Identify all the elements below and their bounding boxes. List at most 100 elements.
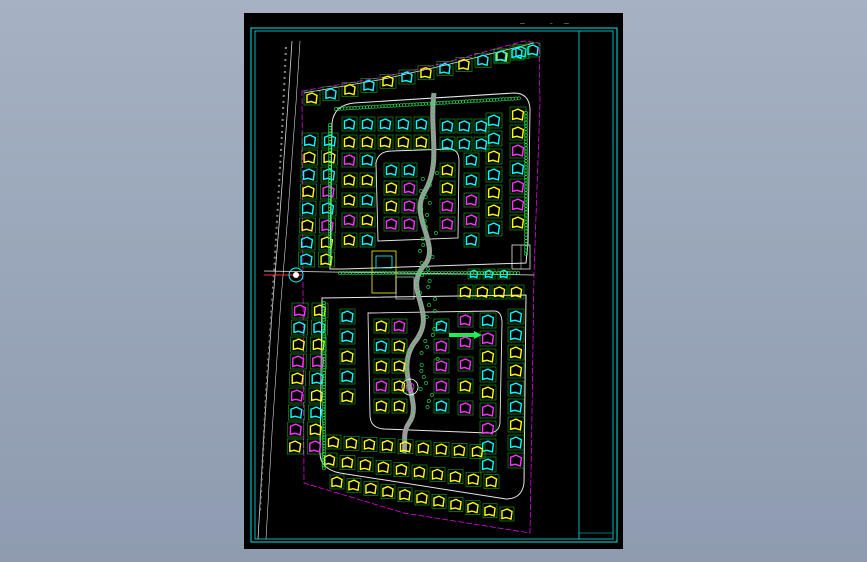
tree-symbol	[458, 99, 462, 104]
villa-footprint	[453, 444, 466, 457]
villa-footprint	[403, 164, 416, 176]
villa-footprint	[511, 216, 525, 229]
villa-footprint	[306, 92, 318, 104]
villa-footprint	[399, 488, 411, 501]
villa-footprint	[289, 440, 302, 453]
villa-footprint	[471, 445, 484, 458]
tree-symbol	[509, 271, 514, 275]
title-mark-1: ——	[520, 21, 525, 26]
tree-symbol	[405, 102, 410, 107]
tree-symbol	[411, 102, 416, 107]
villa-footprint	[361, 174, 374, 186]
villa-footprint	[301, 219, 314, 232]
tree-symbol	[524, 239, 528, 243]
tree-symbol	[421, 177, 425, 181]
villa-footprint	[293, 304, 307, 317]
villa-footprint	[291, 372, 304, 385]
villa-footprint	[327, 436, 340, 448]
tree-symbol	[419, 351, 424, 355]
tree-symbol	[470, 99, 475, 103]
villa-footprint	[510, 286, 523, 298]
tree-symbol	[426, 267, 430, 271]
tree-symbol	[357, 271, 362, 275]
villa-footprint	[509, 418, 523, 431]
villa-footprint	[481, 404, 495, 417]
inner-loop-south	[367, 310, 503, 434]
villa-footprint	[381, 439, 394, 452]
tree-symbol	[377, 104, 382, 109]
tree-symbol	[437, 271, 441, 275]
villa-footprint	[343, 214, 356, 226]
villa-footprint	[493, 286, 506, 298]
villa-footprint	[361, 118, 374, 130]
villa-footprint	[289, 423, 302, 436]
tree-symbol	[430, 255, 435, 259]
villa-footprint	[385, 200, 398, 212]
tree-symbol	[516, 96, 521, 101]
villa-footprint	[449, 470, 462, 483]
villa-footprint	[475, 120, 488, 132]
villa-footprint	[511, 108, 525, 121]
tree-symbol	[427, 101, 431, 106]
title-mark-3: ——	[564, 21, 569, 26]
villa-footprint	[375, 340, 388, 352]
cad-drawing-canvas[interactable]: —— — ——	[244, 13, 623, 549]
tree-symbol	[454, 100, 459, 104]
site-plan: —— — ——	[250, 21, 618, 543]
villa-footprint	[331, 476, 343, 488]
tree-symbol	[434, 171, 439, 175]
tree-symbol	[371, 104, 376, 109]
villa-footprint	[459, 336, 472, 348]
tree-symbol	[352, 106, 357, 110]
tree-symbol	[445, 100, 450, 105]
villa-footprint	[481, 314, 495, 327]
tree-symbol	[461, 99, 466, 104]
rail-marks	[259, 46, 287, 514]
villa-footprint	[487, 150, 501, 163]
tree-symbol	[439, 100, 444, 105]
tree-symbol	[351, 271, 356, 275]
villa-footprint	[435, 340, 448, 352]
clubhouse-core	[375, 255, 393, 269]
tree-symbol	[473, 99, 478, 103]
villa-footprint	[433, 495, 445, 508]
tree-symbol	[443, 271, 448, 275]
villa-footprint	[361, 136, 374, 148]
tree-symbol	[355, 105, 360, 110]
site-boundary	[301, 40, 541, 534]
tree-symbol	[440, 271, 445, 275]
tree-symbol	[467, 99, 472, 104]
title-mark-2: —	[550, 21, 553, 26]
villa-footprint	[323, 454, 336, 466]
tree-symbol	[430, 333, 435, 337]
villa-footprint	[435, 400, 448, 412]
tree-symbol	[419, 363, 424, 367]
tree-symbol	[423, 101, 428, 106]
villa-footprint	[465, 174, 478, 186]
villa-footprint	[450, 498, 462, 511]
tree-symbol	[451, 100, 456, 105]
villa-footprint	[309, 440, 322, 453]
villa-footprint	[511, 198, 525, 211]
villa-footprint	[393, 340, 406, 352]
tree-symbol	[513, 96, 518, 101]
tree-symbol	[414, 102, 419, 107]
villa-footprint	[441, 200, 454, 212]
tree-symbol	[501, 97, 506, 102]
tree-symbol	[421, 243, 426, 247]
villa-footprint	[382, 485, 394, 498]
tree-symbol	[418, 387, 423, 391]
tree-symbol	[427, 271, 432, 275]
villa-footprint	[341, 310, 354, 323]
villa-footprint	[509, 328, 523, 341]
villa-footprint	[487, 132, 501, 145]
tree-symbol	[448, 100, 453, 105]
villa-footprint	[465, 154, 478, 166]
villa-footprint	[509, 454, 523, 467]
tree-symbol	[430, 271, 435, 275]
tree-symbol	[510, 96, 515, 101]
villa-footprint	[395, 463, 408, 476]
villa-footprint	[413, 466, 426, 478]
road-edge-left-2	[265, 40, 301, 540]
villa-footprint	[309, 423, 322, 436]
